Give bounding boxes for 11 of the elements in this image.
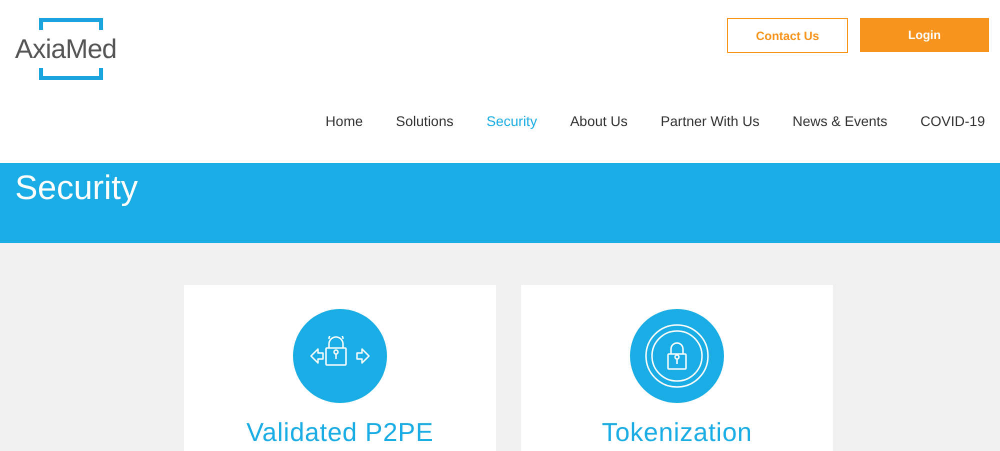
card-title: Validated P2PE bbox=[246, 417, 434, 448]
logo[interactable]: AxiaMed bbox=[15, 34, 117, 65]
nav-link[interactable]: Solutions bbox=[396, 113, 454, 129]
card-title: Tokenization bbox=[602, 417, 752, 448]
nav-link[interactable]: News & Events bbox=[792, 113, 888, 129]
page-title: Security bbox=[15, 169, 138, 208]
nav-link[interactable]: About Us bbox=[570, 113, 628, 129]
nav-link[interactable]: Partner With Us bbox=[660, 113, 760, 129]
lock-ring-icon bbox=[644, 323, 710, 389]
nav-link[interactable]: COVID-19 bbox=[920, 113, 985, 129]
nav-link[interactable]: Home bbox=[326, 113, 363, 129]
